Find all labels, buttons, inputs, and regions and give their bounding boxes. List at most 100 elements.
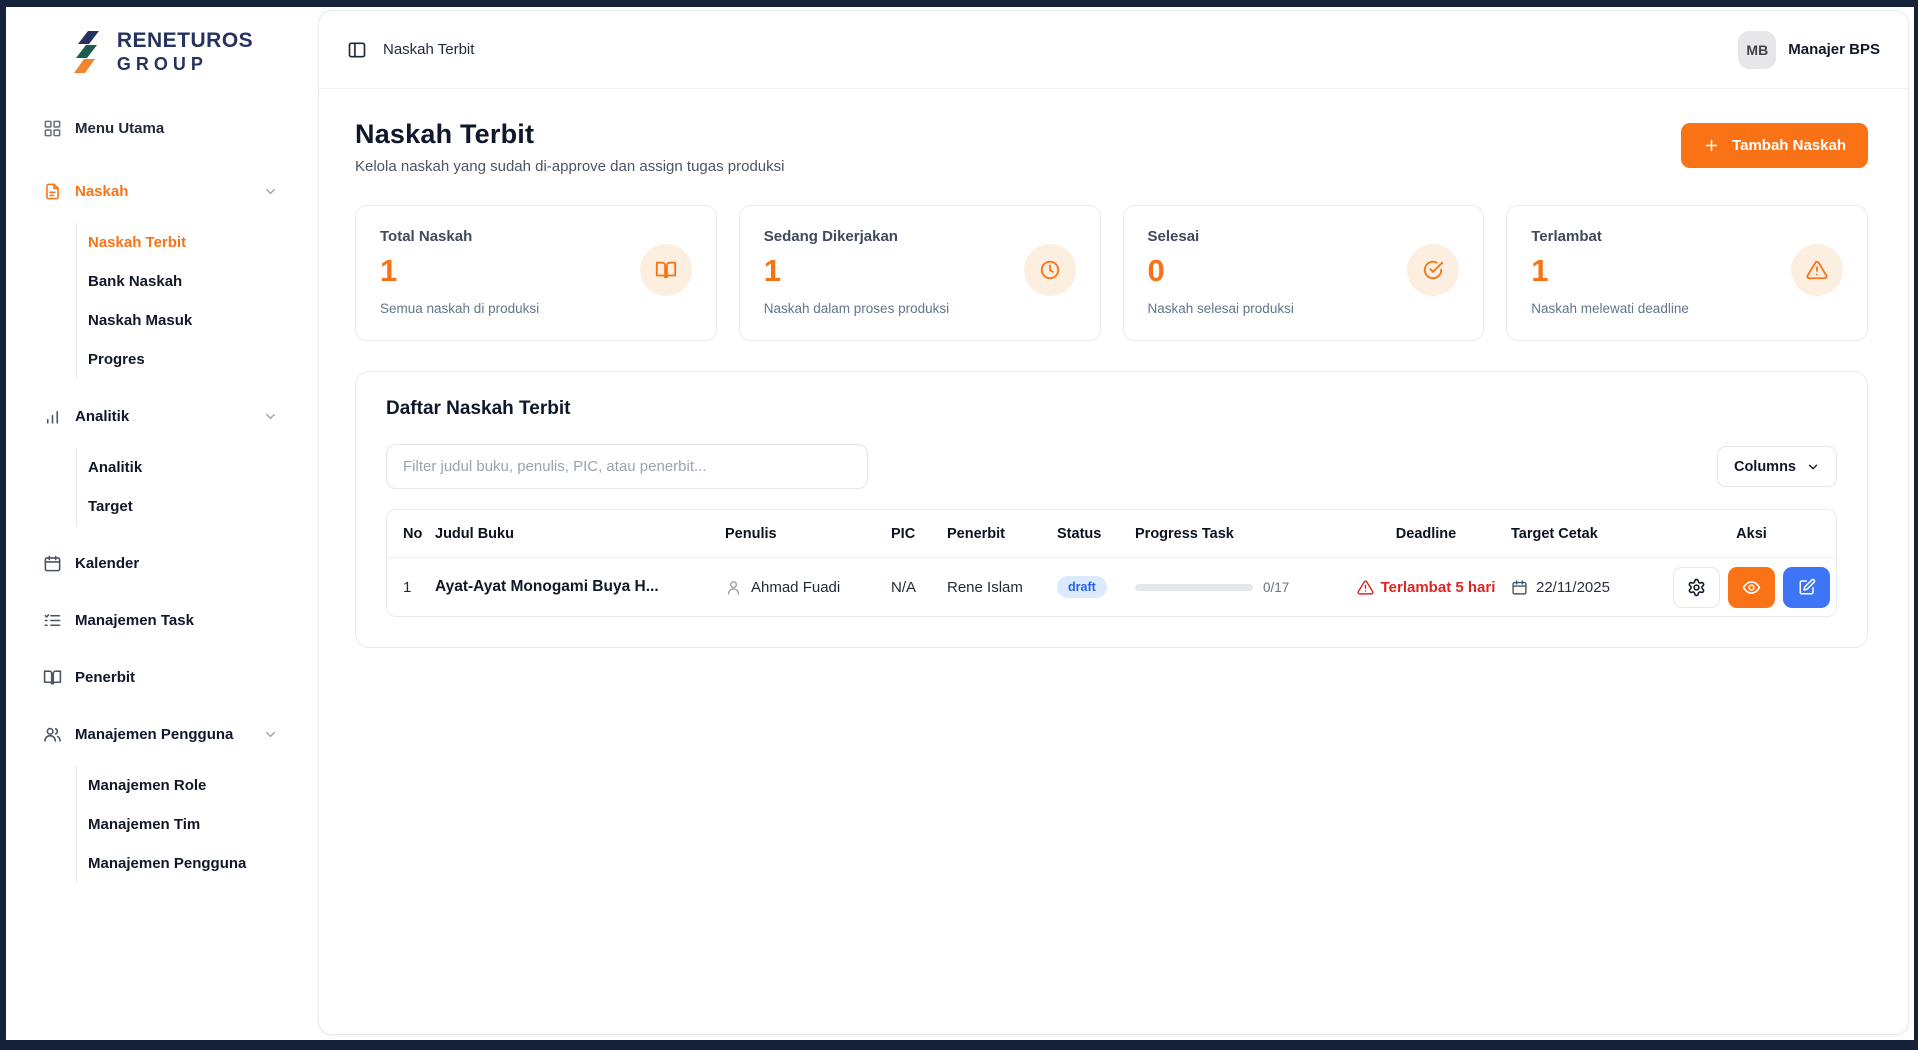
penulis-name: Ahmad Fuadi <box>751 579 840 596</box>
list-checks-icon <box>43 611 62 630</box>
stat-card-sedang-dikerjakan: Sedang Dikerjakan 1 Naskah dalam proses … <box>739 205 1101 341</box>
page-header-text: Naskah Terbit Kelola naskah yang sudah d… <box>355 119 784 175</box>
plus-icon <box>1703 137 1720 154</box>
stat-desc: Naskah melewati deadline <box>1531 301 1843 316</box>
sidebar-item-manajemen-pengguna[interactable]: Manajemen Pengguna <box>6 713 300 756</box>
main-area: Naskah Terbit MB Manajer BPS Naskah Terb… <box>318 7 1914 1040</box>
stat-label: Selesai <box>1148 228 1460 245</box>
chevron-down-icon <box>263 184 278 199</box>
sidebar-item-penerbit[interactable]: Penerbit <box>6 656 300 699</box>
bar-chart-icon <box>43 407 62 426</box>
sidebar-item-label: Naskah <box>75 183 128 200</box>
cell-judul-buku: Ayat-Ayat Monogami Buya H... <box>433 578 723 596</box>
col-header-deadline: Deadline <box>1341 526 1509 542</box>
book-open-icon <box>43 668 62 687</box>
avatar: MB <box>1738 31 1776 69</box>
sidebar-item-analitik[interactable]: Analitik <box>6 395 300 438</box>
list-title: Daftar Naskah Terbit <box>386 398 1837 420</box>
sidebar-item-manajemen-task[interactable]: Manajemen Task <box>6 599 300 642</box>
topbar: Naskah Terbit MB Manajer BPS <box>319 11 1908 89</box>
brand-line1: RENETUROS <box>117 29 253 53</box>
sidebar-item-analitik-sub[interactable]: Analitik <box>88 448 300 487</box>
sidebar-item-naskah-masuk[interactable]: Naskah Masuk <box>88 301 300 340</box>
sidebar-subs-naskah: Naskah Terbit Bank Naskah Naskah Masuk P… <box>76 223 300 379</box>
sidebar-item-label: Kalender <box>75 555 139 572</box>
sidebar-nav: Menu Utama Naskah Naskah Terbit Bank Nas… <box>6 109 318 883</box>
row-settings-button[interactable] <box>1673 567 1720 608</box>
row-edit-button[interactable] <box>1783 567 1830 608</box>
stat-desc: Naskah dalam proses produksi <box>764 301 1076 316</box>
progress-count: 0/17 <box>1263 580 1289 595</box>
sidebar-item-progres[interactable]: Progres <box>88 340 300 379</box>
deadline-warning: Terlambat 5 hari <box>1381 579 1496 596</box>
naskah-list-card: Daftar Naskah Terbit Columns No Judul Bu… <box>355 371 1868 648</box>
check-circle-icon <box>1407 244 1459 296</box>
col-header-target-cetak: Target Cetak <box>1509 526 1665 542</box>
stat-label: Sedang Dikerjakan <box>764 228 1076 245</box>
main-card: Naskah Terbit MB Manajer BPS Naskah Terb… <box>318 10 1909 1035</box>
cell-progress: 0/17 <box>1133 580 1341 595</box>
stat-card-terlambat: Terlambat 1 Naskah melewati deadline <box>1506 205 1868 341</box>
section-label-text: Menu Utama <box>75 120 164 137</box>
cell-aksi <box>1665 567 1836 608</box>
sidebar-item-naskah[interactable]: Naskah <box>6 170 300 213</box>
col-header-judul-buku: Judul Buku <box>433 526 723 542</box>
sidebar-item-label: Analitik <box>75 408 129 425</box>
sidebar-section-menu-utama: Menu Utama <box>6 109 300 148</box>
chevron-down-icon <box>1806 460 1820 474</box>
columns-button[interactable]: Columns <box>1717 446 1837 487</box>
brand-logo: RENETUROS GROUP <box>6 29 318 75</box>
users-icon <box>43 725 62 744</box>
sidebar-item-manajemen-tim[interactable]: Manajemen Tim <box>88 805 300 844</box>
gear-icon <box>1687 578 1706 597</box>
col-header-aksi: Aksi <box>1665 526 1836 542</box>
user-menu[interactable]: MB Manajer BPS <box>1738 31 1880 69</box>
sidebar-item-manajemen-pengguna-sub[interactable]: Manajemen Pengguna <box>88 844 300 883</box>
add-naskah-button[interactable]: Tambah Naskah <box>1681 123 1868 168</box>
chevron-down-icon <box>263 409 278 424</box>
col-header-progress-task: Progress Task <box>1133 526 1341 542</box>
brand-name: RENETUROS GROUP <box>117 29 253 75</box>
sidebar-item-target[interactable]: Target <box>88 487 300 526</box>
cell-pic: N/A <box>889 579 945 596</box>
table-row: 1 Ayat-Ayat Monogami Buya H... Ahmad Fua… <box>387 558 1836 616</box>
chevron-down-icon <box>263 727 278 742</box>
sidebar-item-label: Manajemen Task <box>75 612 194 629</box>
book-open-icon <box>640 244 692 296</box>
status-badge: draft <box>1057 576 1107 598</box>
sidebar-item-kalender[interactable]: Kalender <box>6 542 300 585</box>
breadcrumb: Naskah Terbit <box>383 41 474 58</box>
user-icon <box>725 579 742 596</box>
user-name: Manajer BPS <box>1788 41 1880 58</box>
col-header-status: Status <box>1055 526 1133 542</box>
sidebar-item-label: Manajemen Pengguna <box>75 726 233 743</box>
sidebar-item-bank-naskah[interactable]: Bank Naskah <box>88 262 300 301</box>
filter-input[interactable] <box>386 444 868 489</box>
col-header-no: No <box>387 526 433 542</box>
brand-logo-icon <box>71 30 107 74</box>
stat-card-selesai: Selesai 0 Naskah selesai produksi <box>1123 205 1485 341</box>
col-header-penerbit: Penerbit <box>945 526 1055 542</box>
stat-label: Terlambat <box>1531 228 1843 245</box>
alert-triangle-icon <box>1357 579 1374 596</box>
app-window: RENETUROS GROUP Menu Utama Naskah Naskah… <box>6 7 1914 1040</box>
naskah-table: No Judul Buku Penulis PIC Penerbit Statu… <box>386 509 1837 617</box>
sidebar-item-naskah-terbit[interactable]: Naskah Terbit <box>88 223 300 262</box>
eye-icon <box>1742 578 1761 597</box>
progress-bar <box>1135 584 1253 591</box>
sidebar-toggle-icon[interactable] <box>347 40 367 60</box>
file-text-icon <box>43 182 62 201</box>
page-subtitle: Kelola naskah yang sudah di-approve dan … <box>355 158 784 175</box>
cell-penulis: Ahmad Fuadi <box>723 579 889 596</box>
calendar-icon <box>1511 579 1528 596</box>
stat-desc: Naskah selesai produksi <box>1148 301 1460 316</box>
columns-label: Columns <box>1734 459 1796 475</box>
col-header-penulis: Penulis <box>723 526 889 542</box>
alert-triangle-icon <box>1791 244 1843 296</box>
stats-row: Total Naskah 1 Semua naskah di produksi … <box>355 205 1868 341</box>
calendar-icon <box>43 554 62 573</box>
col-header-pic: PIC <box>889 526 945 542</box>
sidebar-item-manajemen-role[interactable]: Manajemen Role <box>88 766 300 805</box>
row-view-button[interactable] <box>1728 567 1775 608</box>
target-date: 22/11/2025 <box>1536 579 1610 596</box>
